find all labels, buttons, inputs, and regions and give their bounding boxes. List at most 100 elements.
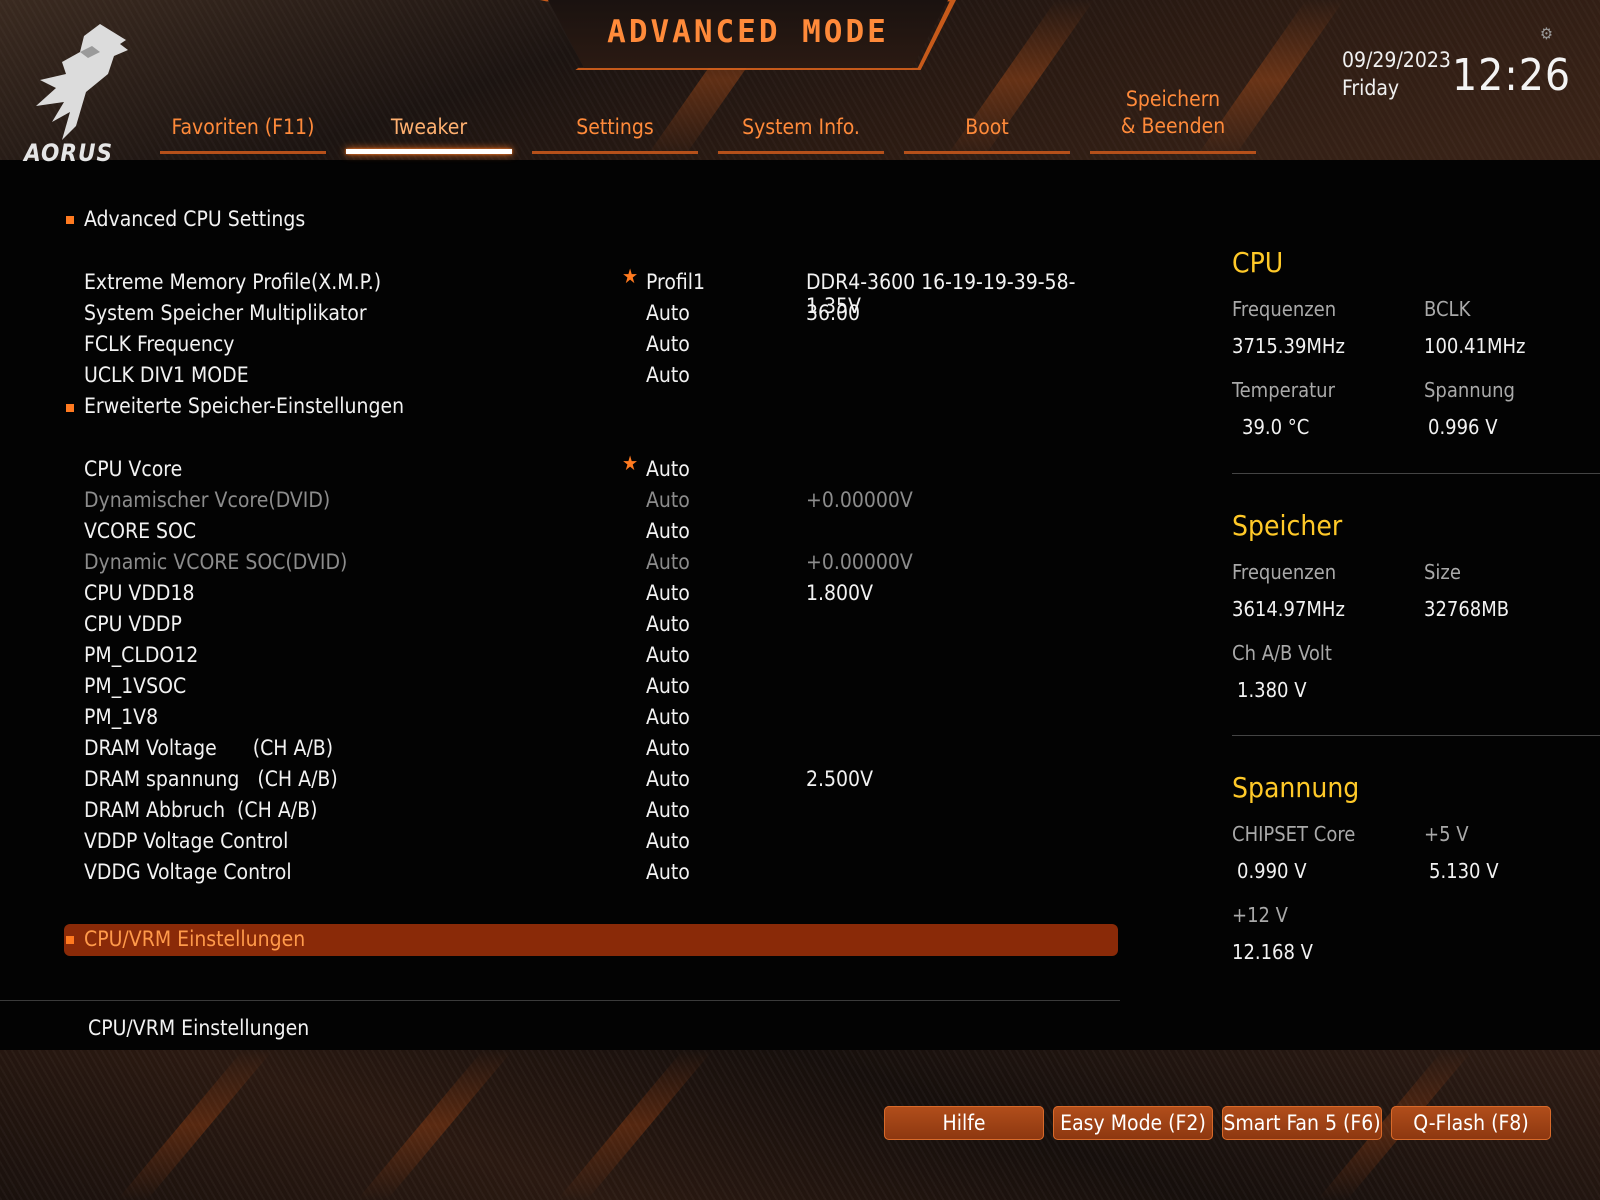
tab-favoriten[interactable]: Favoriten (F11) [160,110,326,154]
setting-row-cpu-vdd18[interactable]: CPU VDD18 Auto 1.800V [84,581,1124,611]
chipset-core-label: CHIPSET Core [1232,822,1356,846]
setting-row-pm-1v8[interactable]: PM_1V8 Auto [84,705,1124,735]
setting-row-vcore-soc[interactable]: VCORE SOC Auto [84,519,1124,549]
setting-info: 1.800V [806,581,873,605]
tab-label: Boot [965,115,1009,139]
setting-row-memory-multiplier[interactable]: System Speicher Multiplikator Auto 36.00 [84,301,1124,331]
tab-underline [346,149,512,154]
tab-settings[interactable]: Settings [532,110,698,154]
setting-label: UCLK DIV1 MODE [84,363,249,387]
help-button[interactable]: Hilfe [884,1106,1044,1140]
tab-label: Favoriten (F11) [171,115,315,139]
setting-row-dynamic-vcore-soc: Dynamic VCORE SOC(DVID) Auto +0.00000V [84,550,1124,580]
setting-label: CPU VDD18 [84,581,195,605]
setting-value[interactable]: Auto [646,643,690,667]
setting-value[interactable]: Auto [646,829,690,853]
panel-title-cpu: CPU [1232,246,1284,279]
setting-label: System Speicher Multiplikator [84,301,367,325]
setting-value[interactable]: Auto [646,612,690,636]
setting-value[interactable]: Auto [646,736,690,760]
setting-value[interactable]: Auto [646,860,690,884]
help-description: CPU/VRM Einstellungen [88,1016,310,1040]
menu-item-cpu-vrm-settings[interactable]: CPU/VRM Einstellungen [84,927,305,951]
setting-value[interactable]: Auto [646,457,690,481]
setting-value[interactable]: Auto [646,767,690,791]
tab-underline [904,151,1070,154]
setting-label: Dynamic VCORE SOC(DVID) [84,550,348,574]
tab-underline [718,151,884,154]
setting-label: DRAM Abbruch (CH A/B) [84,798,318,822]
chipset-core-value: 0.990 V [1237,859,1307,883]
section-advanced-cpu-settings[interactable]: Advanced CPU Settings [84,207,305,231]
setting-row-cpu-vcore[interactable]: CPU Vcore ★ Auto [84,451,1124,487]
setting-value[interactable]: Profil1 [646,270,705,294]
cpu-bclk-value: 100.41MHz [1424,334,1526,358]
smart-fan-button[interactable]: Smart Fan 5 (F6) [1222,1106,1382,1140]
panel-separator [1232,473,1600,474]
setting-info: +0.00000V [806,488,913,512]
setting-value[interactable]: Auto [646,674,690,698]
cpu-frequency-label: Frequenzen [1232,297,1337,321]
memory-voltage-label: Ch A/B Volt [1232,641,1332,665]
setting-info: 36.00 [806,301,861,325]
tab-underline [160,151,326,154]
tab-underline [1090,151,1256,154]
setting-row-dram-voltage[interactable]: DRAM Voltage (CH A/B) Auto [84,736,1124,766]
star-icon: ★ [622,451,639,475]
tab-label: Tweaker [390,115,468,139]
cpu-temperature-value: 39.0 °C [1242,415,1310,439]
cpu-temperature-label: Temperatur [1232,378,1335,402]
setting-row-pm-1vsoc[interactable]: PM_1VSOC Auto [84,674,1124,704]
setting-value[interactable]: Auto [646,301,690,325]
tab-save-exit[interactable]: Speichern & Beenden [1090,87,1256,154]
setting-label: VCORE SOC [84,519,197,543]
tab-underline [532,151,698,154]
setting-label: PM_CLDO12 [84,643,199,667]
cpu-voltage-label: Spannung [1424,378,1515,402]
easy-mode-button[interactable]: Easy Mode (F2) [1053,1106,1213,1140]
setting-value[interactable]: Auto [646,363,690,387]
brand-logo-text: AORUS [24,139,114,167]
setting-label: Extreme Memory Profile(X.M.P.) [84,270,382,294]
tab-label: Speichern & Beenden [1120,87,1226,138]
plus12v-label: +12 V [1232,903,1288,927]
setting-label: Dynamischer Vcore(DVID) [84,488,331,512]
mode-title: ADVANCED MODE [607,14,889,50]
setting-label: PM_1V8 [84,705,159,729]
setting-row-dram-abbruch[interactable]: DRAM Abbruch (CH A/B) Auto [84,798,1124,828]
clock-display: 12:26 [1452,50,1572,101]
setting-row-vddp-control[interactable]: VDDP Voltage Control Auto [84,829,1124,859]
setting-row-dynamic-vcore: Dynamischer Vcore(DVID) Auto +0.00000V [84,488,1124,518]
section-bullet-icon [66,404,74,412]
section-bullet-icon [66,936,74,944]
date-display: 09/29/2023 [1342,48,1451,72]
setting-value[interactable]: Auto [646,519,690,543]
tab-system-info[interactable]: System Info. [718,110,884,154]
setting-value[interactable]: Auto [646,332,690,356]
setting-row-vddg-control[interactable]: VDDG Voltage Control Auto [84,860,1124,890]
tab-label: Settings [576,115,654,139]
setting-label: CPU VDDP [84,612,182,636]
setting-label: FCLK Frequency [84,332,235,356]
q-flash-button[interactable]: Q-Flash (F8) [1391,1106,1551,1140]
tab-tweaker[interactable]: Tweaker [346,110,512,154]
memory-size-value: 32768MB [1424,597,1510,621]
setting-row-cpu-vddp[interactable]: CPU VDDP Auto [84,612,1124,642]
cpu-frequency-value: 3715.39MHz [1232,334,1345,358]
setting-row-xmp[interactable]: Extreme Memory Profile(X.M.P.) ★ Profil1… [84,264,1124,318]
setting-info: 2.500V [806,767,873,791]
setting-row-pm-cldo12[interactable]: PM_CLDO12 Auto [84,643,1124,673]
setting-value[interactable]: Auto [646,705,690,729]
panel-separator [1232,735,1600,736]
plus5v-value: 5.130 V [1429,859,1499,883]
setting-row-dram-spannung[interactable]: DRAM spannung (CH A/B) Auto 2.500V [84,767,1124,797]
gear-icon[interactable]: ⚙ [1540,24,1553,43]
setting-value[interactable]: Auto [646,798,690,822]
help-divider [0,1000,1120,1001]
setting-value[interactable]: Auto [646,581,690,605]
tab-boot[interactable]: Boot [904,110,1070,154]
setting-row-fclk[interactable]: FCLK Frequency Auto [84,332,1124,362]
tab-label: System Info. [742,115,860,139]
setting-row-uclk[interactable]: UCLK DIV1 MODE Auto [84,363,1124,393]
section-advanced-memory-settings[interactable]: Erweiterte Speicher-Einstellungen [84,394,404,418]
